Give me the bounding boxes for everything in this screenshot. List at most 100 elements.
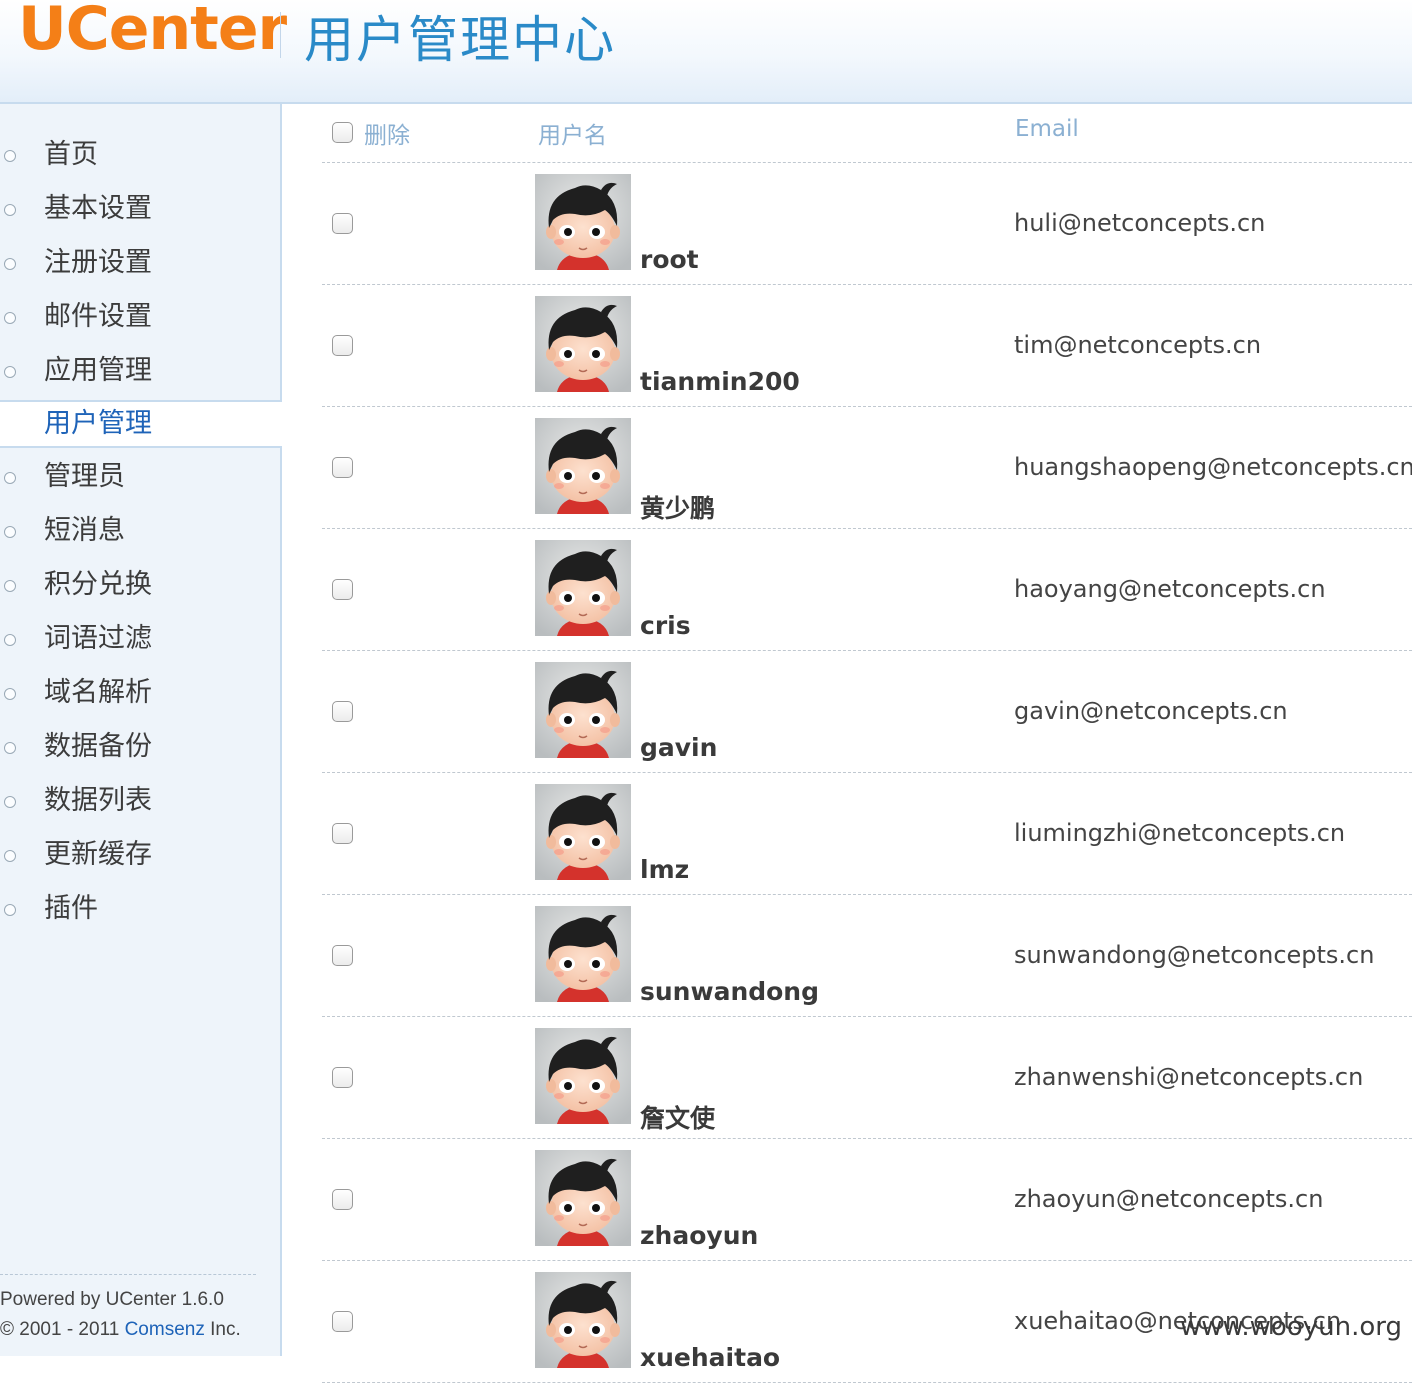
bullet-icon [4,742,16,754]
row-checkbox[interactable] [332,457,353,478]
page-title: 用户管理中心 [304,11,616,69]
bullet-icon [4,526,16,538]
table-header: 删除 用户名 Email [322,104,1412,163]
copyright-text: © 2001 - 2011 Comsenz Inc. [0,1315,256,1345]
sidebar: 首页基本设置注册设置邮件设置应用管理用户管理管理员短消息积分兑换词语过滤域名解析… [0,104,282,1356]
sidebar-item-label: 数据备份 [44,731,152,762]
table-row: cris haoyang@netconcepts.cn [322,529,1412,651]
bullet-icon [4,312,16,324]
logo-divider [280,12,281,58]
email: tim@netconcepts.cn [1014,331,1262,359]
username[interactable]: gavin [640,733,717,762]
sidebar-item[interactable]: 词语过滤 [0,612,280,666]
powered-by-text: Powered by UCenter 1.6.0 [0,1289,224,1310]
bullet-icon [4,904,16,916]
sidebar-item-label: 首页 [44,139,98,170]
row-checkbox[interactable] [332,823,353,844]
table-row: sunwandong sunwandong@netconcepts.cn [322,895,1412,1017]
username[interactable]: lmz [640,855,689,884]
username[interactable]: cris [640,611,691,640]
row-checkbox[interactable] [332,335,353,356]
avatar-icon [535,662,631,758]
email: haoyang@netconcepts.cn [1014,575,1326,603]
row-checkbox[interactable] [332,1067,353,1088]
table-row: 黄少鹏 huangshaopeng@netconcepts.cn [322,407,1412,529]
sidebar-item-label: 应用管理 [44,355,152,386]
email: liumingzhi@netconcepts.cn [1014,819,1346,847]
avatar-icon [535,540,631,636]
username[interactable]: tianmin200 [640,367,800,396]
row-checkbox[interactable] [332,945,353,966]
avatar-icon [535,906,631,1002]
bullet-icon [4,580,16,592]
sidebar-item[interactable]: 基本设置 [0,182,280,236]
table-row: gavin gavin@netconcepts.cn [322,651,1412,773]
table-row: tianmin200 tim@netconcepts.cn [322,285,1412,407]
bullet-icon [4,796,16,808]
sidebar-item-label: 注册设置 [44,247,152,278]
avatar-icon [535,1150,631,1246]
avatar-icon [535,784,631,880]
avatar-icon [535,1272,631,1368]
username[interactable]: sunwandong [640,977,819,1006]
bullet-icon [4,258,16,270]
table-row: zhaoyun zhaoyun@netconcepts.cn [322,1139,1412,1261]
username-column-header: 用户名 [538,123,607,149]
sidebar-item-label: 积分兑换 [44,569,152,600]
bullet-icon [4,204,16,216]
row-checkbox[interactable] [332,213,353,234]
user-table: 删除 用户名 Email root huli@netconcepts.cn tian… [322,104,1412,1383]
sidebar-item-label: 短消息 [44,515,125,546]
sidebar-item[interactable]: 用户管理 [0,400,282,448]
sidebar-item-label: 数据列表 [44,785,152,816]
row-checkbox[interactable] [332,701,353,722]
username[interactable]: xuehaitao [640,1343,780,1372]
bullet-icon [4,688,16,700]
email: gavin@netconcepts.cn [1014,697,1288,725]
username[interactable]: 黄少鹏 [640,489,715,525]
bullet-icon [4,634,16,646]
copyright-suffix: Inc. [204,1319,241,1340]
sidebar-item[interactable]: 首页 [0,128,280,182]
footer: Powered by UCenter 1.6.0 © 2001 - 2011 C… [0,1274,256,1345]
ucenter-logo[interactable]: UCenter [18,0,287,64]
table-row: root huli@netconcepts.cn [322,163,1412,285]
username[interactable]: root [640,245,699,274]
sidebar-item-label: 用户管理 [44,408,152,439]
sidebar-item[interactable]: 更新缓存 [0,828,280,882]
row-checkbox[interactable] [332,579,353,600]
row-checkbox[interactable] [332,1311,353,1332]
sidebar-item-label: 域名解析 [44,677,152,708]
email: zhaoyun@netconcepts.cn [1014,1185,1324,1213]
sidebar-item[interactable]: 应用管理 [0,344,280,398]
select-all-checkbox[interactable] [332,122,353,143]
sidebar-item-label: 词语过滤 [44,623,152,654]
bullet-icon [4,850,16,862]
sidebar-item-label: 基本设置 [44,193,152,224]
table-row: 詹文使 zhanwenshi@netconcepts.cn [322,1017,1412,1139]
sidebar-item[interactable]: 插件 [0,882,280,936]
avatar-icon [535,174,631,270]
username[interactable]: 詹文使 [640,1099,715,1135]
sidebar-menu: 首页基本设置注册设置邮件设置应用管理用户管理管理员短消息积分兑换词语过滤域名解析… [0,128,282,936]
sidebar-item[interactable]: 数据备份 [0,720,280,774]
table-row: lmz liumingzhi@netconcepts.cn [322,773,1412,895]
watermark: www.wooyun.org [1179,1312,1402,1342]
bullet-icon [4,366,16,378]
bullet-icon [4,150,16,162]
sidebar-item[interactable]: 数据列表 [0,774,280,828]
header: UCenter 用户管理中心 [0,0,1412,104]
avatar-icon [535,418,631,514]
sidebar-item[interactable]: 邮件设置 [0,290,280,344]
sidebar-item[interactable]: 积分兑换 [0,558,280,612]
row-checkbox[interactable] [332,1189,353,1210]
sidebar-item-label: 更新缓存 [44,839,152,870]
email: sunwandong@netconcepts.cn [1014,941,1375,969]
sidebar-item[interactable]: 管理员 [0,450,280,504]
sidebar-item[interactable]: 注册设置 [0,236,280,290]
sidebar-item[interactable]: 短消息 [0,504,280,558]
sidebar-item[interactable]: 域名解析 [0,666,280,720]
email: huli@netconcepts.cn [1014,209,1266,237]
comsenz-link[interactable]: Comsenz [125,1319,205,1340]
username[interactable]: zhaoyun [640,1221,758,1250]
